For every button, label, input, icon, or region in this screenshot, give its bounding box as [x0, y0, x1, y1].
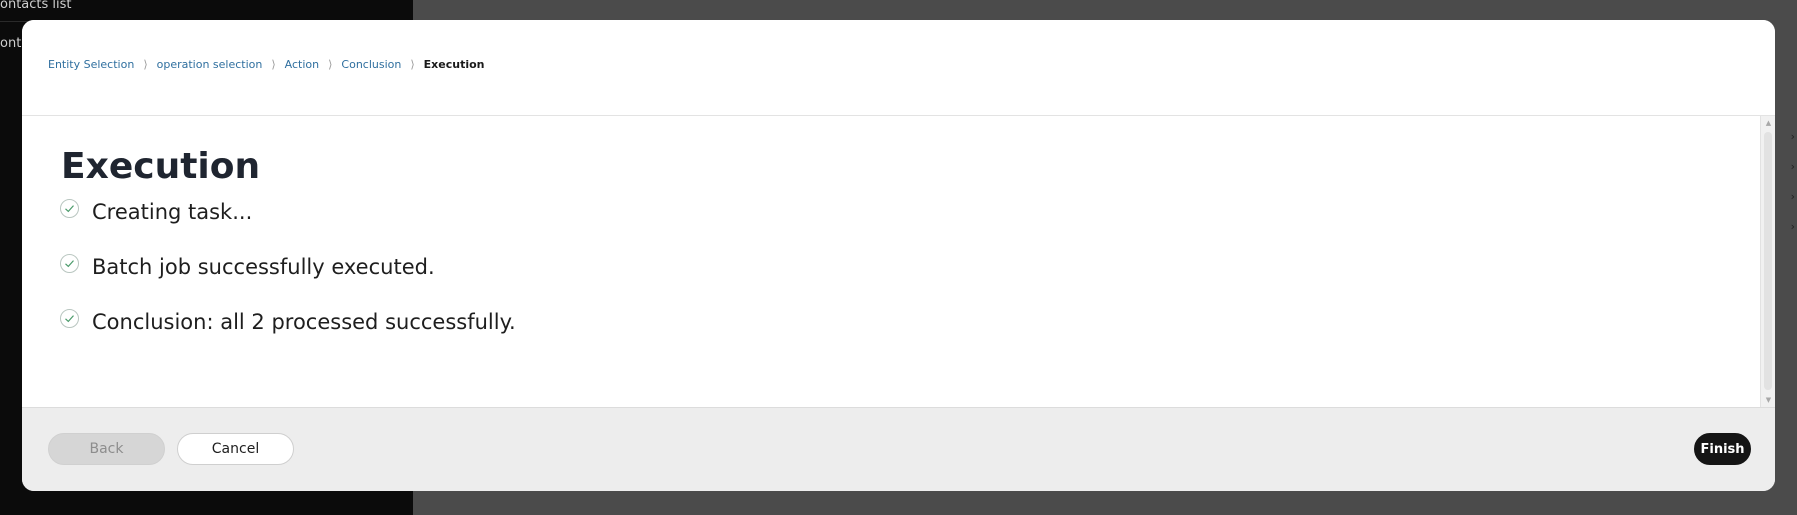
check-circle-icon: [60, 198, 79, 218]
scroll-up-arrow-icon[interactable]: ▲: [1761, 116, 1775, 130]
check-circle-icon: [60, 308, 79, 328]
breadcrumb-separator-icon: ⟩: [328, 58, 333, 71]
step-item: Conclusion: all 2 processed successfully…: [60, 308, 516, 334]
scroll-down-arrow-icon[interactable]: ▼: [1761, 393, 1775, 407]
cancel-button[interactable]: Cancel: [177, 433, 294, 465]
breadcrumb-operation-selection[interactable]: operation selection: [157, 58, 263, 71]
bg-chevron-icon: ›: [1790, 160, 1795, 173]
finish-button[interactable]: Finish: [1694, 433, 1751, 465]
breadcrumb-separator-icon: ⟩: [143, 58, 148, 71]
bg-sidebar-item: ont: [0, 36, 22, 51]
step-item: Creating task...: [60, 198, 253, 224]
dialog-footer: Back Cancel Finish: [22, 407, 1775, 491]
back-button[interactable]: Back: [48, 433, 165, 465]
step-text: Batch job successfully executed.: [92, 255, 435, 279]
bg-chevron-icon: ›: [1790, 220, 1795, 233]
breadcrumb-execution-current: Execution: [423, 58, 485, 71]
step-item: Batch job successfully executed.: [60, 253, 435, 279]
scroll-thumb[interactable]: [1764, 132, 1772, 390]
check-circle-icon: [60, 253, 79, 273]
breadcrumb: Entity Selection ⟩ operation selection ⟩…: [48, 58, 485, 71]
step-text: Creating task...: [92, 200, 253, 224]
breadcrumb-entity-selection[interactable]: Entity Selection: [48, 58, 134, 71]
dialog-header: Entity Selection ⟩ operation selection ⟩…: [22, 20, 1775, 116]
bg-chevron-icon: ›: [1790, 130, 1795, 143]
breadcrumb-conclusion[interactable]: Conclusion: [341, 58, 401, 71]
dialog-content: Execution Creating task... Batch job suc…: [22, 116, 1760, 407]
breadcrumb-separator-icon: ⟩: [410, 58, 415, 71]
wizard-dialog: Entity Selection ⟩ operation selection ⟩…: [22, 20, 1775, 491]
step-text: Conclusion: all 2 processed successfully…: [92, 310, 516, 334]
page-title: Execution: [61, 146, 261, 187]
bg-chevron-icon: ›: [1790, 190, 1795, 203]
breadcrumb-action[interactable]: Action: [285, 58, 319, 71]
content-scrollbar[interactable]: ▲ ▼: [1760, 116, 1775, 407]
breadcrumb-separator-icon: ⟩: [271, 58, 276, 71]
bg-sidebar-item: ontacts list: [0, 0, 72, 12]
